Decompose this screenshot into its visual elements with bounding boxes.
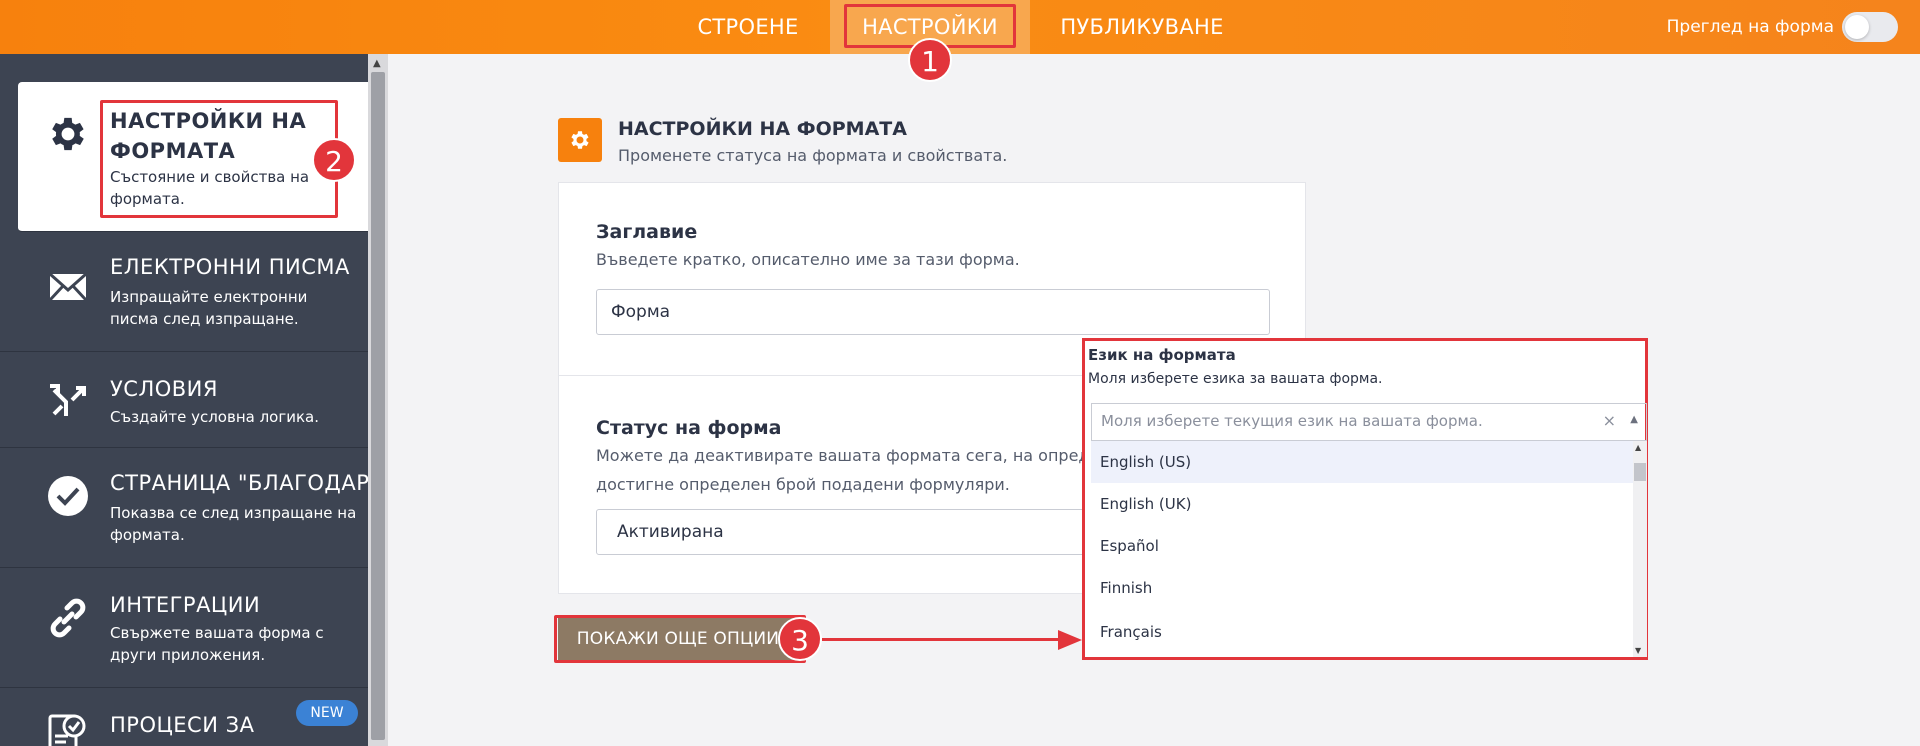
sidebar-item-title: ЕЛЕКТРОННИ ПИСМА [110,255,350,279]
annotation-arrow-head-icon [1058,630,1082,650]
language-title: Език на формата [1088,346,1236,364]
sidebar-scrollbar[interactable]: ▲ [368,54,388,746]
annotation-highlight-more-options [554,615,806,663]
sidebar-item-emails[interactable]: ЕЛЕКТРОННИ ПИСМА Изпращайте електронни п… [0,232,368,352]
sidebar-item-conditions[interactable]: УСЛОВИЯ Създайте условна логика. [0,352,368,448]
scrollbar-thumb[interactable] [1634,463,1646,481]
language-search-input[interactable]: Моля изберете текущия език на вашата фор… [1091,403,1647,441]
annotation-step-2: 2 [312,138,356,182]
sidebar-item-thank-you-page[interactable]: СТРАНИЦА "БЛАГОДАРЯ" Показва се след изп… [0,448,368,568]
annotation-arrow-line [822,638,1062,641]
sidebar-item-title: УСЛОВИЯ [110,377,218,401]
language-option-francais[interactable]: Français [1091,611,1633,653]
gear-icon [46,112,90,156]
form-language-dropdown: Език на формата Моля изберете езика за в… [1082,338,1648,660]
sidebar-item-desc: Свържете вашата форма с други приложения… [110,624,324,664]
language-option-finnish[interactable]: Finnish [1091,567,1633,609]
scroll-down-arrow-icon[interactable]: ▼ [1635,646,1641,655]
status-field-label: Статус на форма [596,417,782,439]
sidebar-item-title: СТРАНИЦА "БЛАГОДАРЯ" [110,471,368,495]
sidebar-item-integrations[interactable]: ИНТЕГРАЦИИ Свържете вашата форма с други… [0,568,368,688]
annotation-step-3: 3 [778,617,822,661]
chain-link-icon [46,596,90,640]
title-input[interactable]: Форма [596,289,1270,335]
title-field-label: Заглавие [596,221,698,243]
form-preview-label: Преглед на форма [1666,17,1834,37]
conditions-icon [46,378,90,422]
sidebar-item-desc: Показва се след изпращане на формата. [110,504,357,544]
scroll-up-arrow-icon[interactable]: ▲ [373,58,381,69]
language-subtitle: Моля изберете езика за вашата форма. [1088,371,1383,387]
section-gear-icon [558,118,602,162]
form-preview-toggle[interactable] [1842,12,1898,42]
language-option-english-uk[interactable]: English (UK) [1091,483,1633,525]
sidebar-item-title: ИНТЕГРАЦИИ [110,593,261,617]
language-option-espanol[interactable]: Español [1091,525,1633,567]
language-option-english-us[interactable]: English (US) [1091,441,1633,483]
new-badge: NEW [296,700,358,726]
sidebar-item-desc: Създайте условна логика. [110,408,320,426]
status-field-desc-line1: Можете да деактивирате вашата формата се… [596,446,1120,465]
annotation-step-1: 1 [908,38,952,82]
section-title: НАСТРОЙКИ НА ФОРМАТА [618,118,907,140]
envelope-icon [46,264,90,308]
clear-icon[interactable]: × [1603,411,1616,430]
caret-up-icon[interactable]: ▲ [1630,414,1638,425]
tab-build[interactable]: СТРОЕНЕ [682,0,814,54]
toggle-knob [1845,15,1869,39]
section-subtitle: Променете статуса на формата и свойстват… [618,146,1008,165]
annotation-highlight-form-settings [100,100,338,218]
title-field-desc: Въведете кратко, описателно име за тази … [596,250,1020,269]
scrollbar-thumb[interactable] [371,72,385,740]
sidebar-item-title: ПРОЦЕСИ ЗА [110,713,255,737]
language-search-placeholder: Моля изберете текущия език на вашата фор… [1101,412,1483,430]
checkmark-circle-icon [46,474,90,518]
scroll-up-arrow-icon[interactable]: ▲ [1635,443,1641,452]
status-field-desc-line2: достигне определен брой подадени формуля… [596,475,1010,494]
process-checklist-icon [46,708,90,746]
language-list-scrollbar[interactable]: ▲ ▼ [1633,441,1647,657]
sidebar-item-processes[interactable]: ПРОЦЕСИ ЗА NEW [0,688,368,746]
language-options-list: English (US) English (UK) Español Finnis… [1091,441,1647,657]
tab-publish[interactable]: ПУБЛИКУВАНЕ [1046,0,1238,54]
sidebar-item-desc: Изпращайте електронни писма след изпраща… [110,288,308,328]
